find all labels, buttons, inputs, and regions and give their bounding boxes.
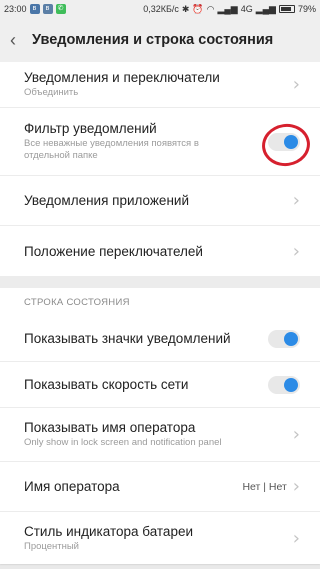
- row-subtitle: Only show in lock screen and notificatio…: [24, 437, 222, 448]
- row-title: Показывать имя оператора: [24, 420, 196, 435]
- row-carrier-name[interactable]: Имя оператора Нет | Нет ›: [0, 462, 320, 512]
- vk-icon: в: [42, 4, 53, 14]
- chevron-right-icon: ›: [292, 74, 300, 95]
- row-subtitle: Объединить: [24, 87, 79, 98]
- toggle-knob: [284, 331, 298, 346]
- carrier-name-value: Нет | Нет: [242, 480, 287, 493]
- network-type: 4G: [240, 4, 253, 14]
- row-title: Уведомления и переключатели: [24, 70, 220, 85]
- row-title: Показывать значки уведомлений: [24, 331, 231, 346]
- row-title: Стиль индикатора батареи: [24, 523, 194, 539]
- row-subtitle: Процентный: [24, 540, 79, 552]
- row-show-network-speed[interactable]: Показывать скорость сети: [0, 362, 320, 408]
- battery-percent: 79%: [297, 4, 316, 14]
- chevron-right-icon: ›: [292, 240, 300, 262]
- row-show-carrier-name[interactable]: Показывать имя оператора Only show in lo…: [0, 408, 320, 462]
- chevron-right-icon: ›: [292, 424, 300, 445]
- notification-icons-toggle[interactable]: [268, 329, 300, 348]
- section-header: СТРОКА СОСТОЯНИЯ: [0, 288, 320, 316]
- signal-icon: ▂▄▆: [217, 3, 238, 14]
- page-title: Уведомления и строка состояния: [32, 32, 274, 48]
- wifi-icon: ◠: [206, 3, 215, 14]
- section-gap: [0, 276, 320, 288]
- row-show-notification-icons[interactable]: Показывать значки уведомлений: [0, 316, 320, 362]
- alarm-icon: ⏰: [192, 3, 204, 14]
- row-switches-position[interactable]: Положение переключателей ›: [0, 226, 320, 276]
- status-bar: 23:00 в в ✆ 0,32КБ/с ✱ ⏰ ◠ ▂▄▆ 4G ▂▄▆ 79…: [0, 0, 320, 18]
- settings-group-notifications: Уведомления и переключатели Объединить ›…: [0, 62, 320, 276]
- battery-icon: [278, 5, 295, 13]
- status-time: 23:00: [4, 4, 27, 14]
- row-battery-indicator-style[interactable]: Стиль индикатора батареи Процентный ›: [0, 512, 320, 564]
- row-title: Имя оператора: [24, 479, 120, 494]
- network-speed: 0,32КБ/с: [143, 4, 179, 14]
- row-subtitle: Все неважные уведомления появятся в отде…: [24, 138, 199, 161]
- row-title: Фильтр уведомлений: [24, 121, 157, 136]
- whatsapp-icon: ✆: [55, 4, 66, 14]
- row-title: Положение переключателей: [24, 243, 203, 259]
- signal-icon: ▂▄▆: [255, 3, 276, 14]
- settings-group-status-bar: СТРОКА СОСТОЯНИЯ Показывать значки уведо…: [0, 288, 320, 564]
- row-notifications-switches[interactable]: Уведомления и переключатели Объединить ›: [0, 62, 320, 108]
- vk-icon: в: [29, 4, 40, 14]
- chevron-right-icon: ›: [292, 190, 300, 211]
- bluetooth-icon: ✱: [181, 3, 190, 14]
- chevron-right-icon: ›: [292, 476, 300, 497]
- chevron-right-icon: ›: [292, 527, 300, 549]
- header: ‹ Уведомления и строка состояния: [0, 18, 320, 62]
- back-arrow-icon[interactable]: ‹: [10, 30, 24, 51]
- row-app-notifications[interactable]: Уведомления приложений ›: [0, 176, 320, 226]
- row-title: Уведомления приложений: [24, 193, 189, 208]
- row-title: Показывать скорость сети: [24, 377, 189, 392]
- toggle-knob: [284, 377, 298, 392]
- network-speed-toggle[interactable]: [268, 375, 300, 394]
